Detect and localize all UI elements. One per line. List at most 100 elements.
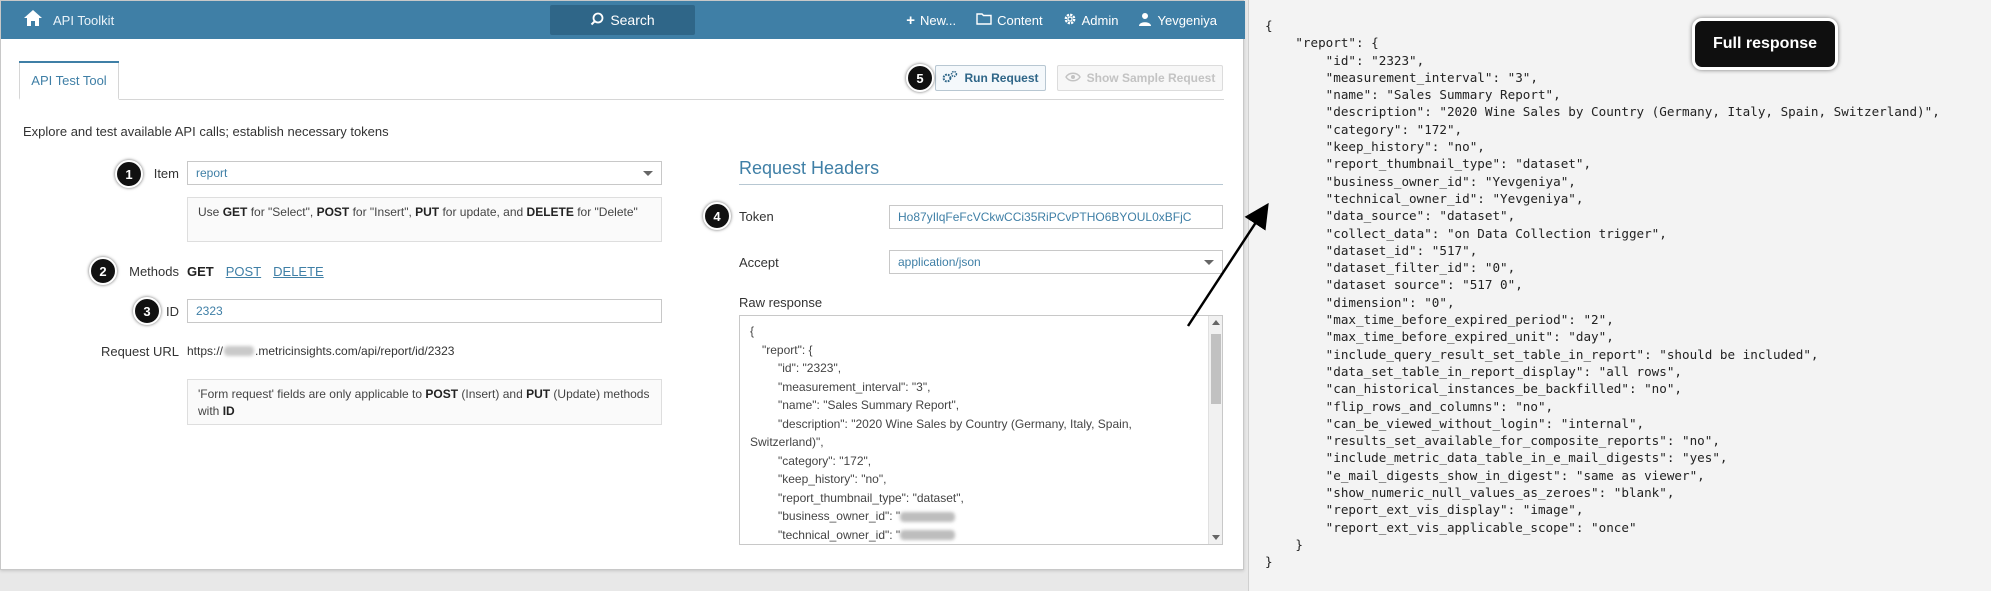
nav-new-label: New... [919,12,957,28]
nav-user[interactable]: Yevgeniya [1138,12,1217,29]
json-line: "include_query_result_set_table_in_repor… [1265,346,1819,362]
redacted-value [900,530,956,541]
id-input[interactable]: 2323 [187,299,662,323]
scroll-up-icon[interactable] [1212,320,1220,325]
folder-icon [976,12,992,28]
json-line: } [1265,536,1303,552]
search-label: Search [610,12,655,28]
item-select[interactable]: report [187,161,662,185]
nav-admin[interactable]: Admin [1063,12,1119,29]
hint-bold: GET [222,205,248,219]
token-label: Token [739,209,774,224]
json-line: "business_owner_id": "Yevgeniya", [1265,173,1576,189]
gears-icon [942,70,958,87]
chevron-down-icon [1204,260,1214,265]
hint-text: Use [198,205,223,219]
hint-bold: PUT [415,205,440,219]
json-line: "max_time_before_expired_period": "2", [1265,312,1614,328]
methods-label: Methods [129,264,179,279]
json-line: "measurement_interval": "3", [1265,69,1538,85]
top-nav: + New... Content Admin Yevgeniya [906,1,1217,39]
search-button[interactable]: Search [550,5,695,35]
tab-api-test-tool[interactable]: API Test Tool [19,61,119,100]
full-response-panel: { "report": { "id": "2323", "measurement… [1248,0,1991,591]
url-prefix: https:// [187,344,224,358]
home-icon[interactable] [23,9,43,32]
json-line: "can_historical_instances_be_backfilled"… [1265,381,1683,397]
json-line: "id": "2323", [1265,52,1425,68]
json-line: "flip_rows_and_columns": "no", [1265,398,1554,414]
hint-text: for "Insert", [349,205,416,219]
request-headers-title: Request Headers [739,158,880,178]
raw-response-scrollbar[interactable] [1208,316,1222,544]
show-sample-request-button[interactable]: Show Sample Request [1057,65,1223,91]
run-request-button[interactable]: Run Request [935,65,1046,91]
method-get[interactable]: GET [187,264,214,279]
nav-content-label: Content [997,12,1043,28]
nav-user-label: Yevgeniya [1157,12,1217,28]
step-badge-1: 1 [115,160,143,188]
intro-text: Explore and test available API calls; es… [23,124,389,139]
accept-select[interactable]: application/json [889,250,1223,274]
hint-bold: POST [425,387,459,401]
raw-line: "name": "Sales Summary Report", [778,398,960,412]
hint-text: for "Delete" [573,205,638,219]
redacted-value [900,511,956,522]
json-line: "description": "2020 Wine Sales by Count… [1265,104,1940,120]
hint-bold: DELETE [526,205,574,219]
json-line: "dimension": "0", [1265,294,1455,310]
raw-line: { [750,324,755,338]
gear-icon [1063,12,1077,29]
json-line: "results_set_available_for_composite_rep… [1265,433,1720,449]
full-response-callout: Full response [1692,18,1838,70]
raw-response-box[interactable]: { "report": { "id": "2323", "measurement… [739,315,1223,545]
raw-line: "technical_owner_id": " [778,527,901,542]
show-sample-label: Show Sample Request [1086,71,1216,85]
json-line: "data_source": "dataset", [1265,208,1516,224]
raw-line: "category": "172", [778,453,872,468]
top-bar: API Toolkit Search + New... Content Admi… [1,1,1245,39]
json-line: "category": "172", [1265,121,1463,137]
method-post[interactable]: POST [226,264,261,279]
step-badge-4: 4 [703,202,731,230]
hint-bold: PUT [526,387,551,401]
raw-response-text: { "report": { "id": "2323", "measurement… [750,322,1205,544]
item-label: Item [153,166,179,181]
hint-text: for "Select", [247,205,317,219]
json-line: } [1265,554,1273,570]
plus-icon: + [906,11,915,29]
json-line: "name": "Sales Summary Report", [1265,87,1561,103]
redacted-subdomain [224,346,255,356]
step-badge-5: 5 [906,64,934,92]
step-badge-3: 3 [133,297,161,325]
json-line: "include_metric_data_table_in_e_mail_dig… [1265,450,1728,466]
app-title: API Toolkit [53,13,115,28]
nav-new[interactable]: + New... [906,12,956,29]
json-line: { [1265,18,1273,33]
token-input[interactable]: Ho87yIlqFeFcVCkwCCi35RiPCvPTHO6BYOUL0xBF… [889,205,1223,229]
user-icon [1138,12,1152,29]
full-response-json: { "report": { "id": "2323", "measurement… [1265,17,1940,571]
request-url-value: https:// .metricinsights.com/api/report/… [187,344,454,358]
json-line: "show_numeric_null_values_as_zeroes": "b… [1265,485,1675,501]
raw-line: "report": { [762,342,813,357]
step-badge-2: 2 [89,257,117,285]
brand[interactable]: API Toolkit [23,9,114,32]
raw-line: Switzerland)", [750,435,824,449]
scroll-down-icon[interactable] [1212,535,1220,540]
nav-admin-label: Admin [1081,12,1119,28]
raw-line-redacted: "business_owner_id": " [750,507,1205,526]
methods-list: GET POST DELETE [187,264,324,279]
nav-content[interactable]: Content [976,12,1043,28]
hint-bold: ID [222,404,235,418]
form-request-hint: 'Form request' fields are only applicabl… [187,379,662,425]
screenshot-root: API Toolkit Search + New... Content Admi… [0,0,1991,591]
search-icon [590,12,604,29]
id-label: ID [166,304,179,319]
run-request-label: Run Request [964,71,1039,85]
scrollbar-thumb[interactable] [1211,334,1221,404]
method-delete[interactable]: DELETE [273,264,324,279]
hint-text: (Insert) and [458,387,527,401]
json-line: "e_mail_digests_show_in_digest": "same a… [1265,467,1705,483]
hint-bold: POST [316,205,350,219]
